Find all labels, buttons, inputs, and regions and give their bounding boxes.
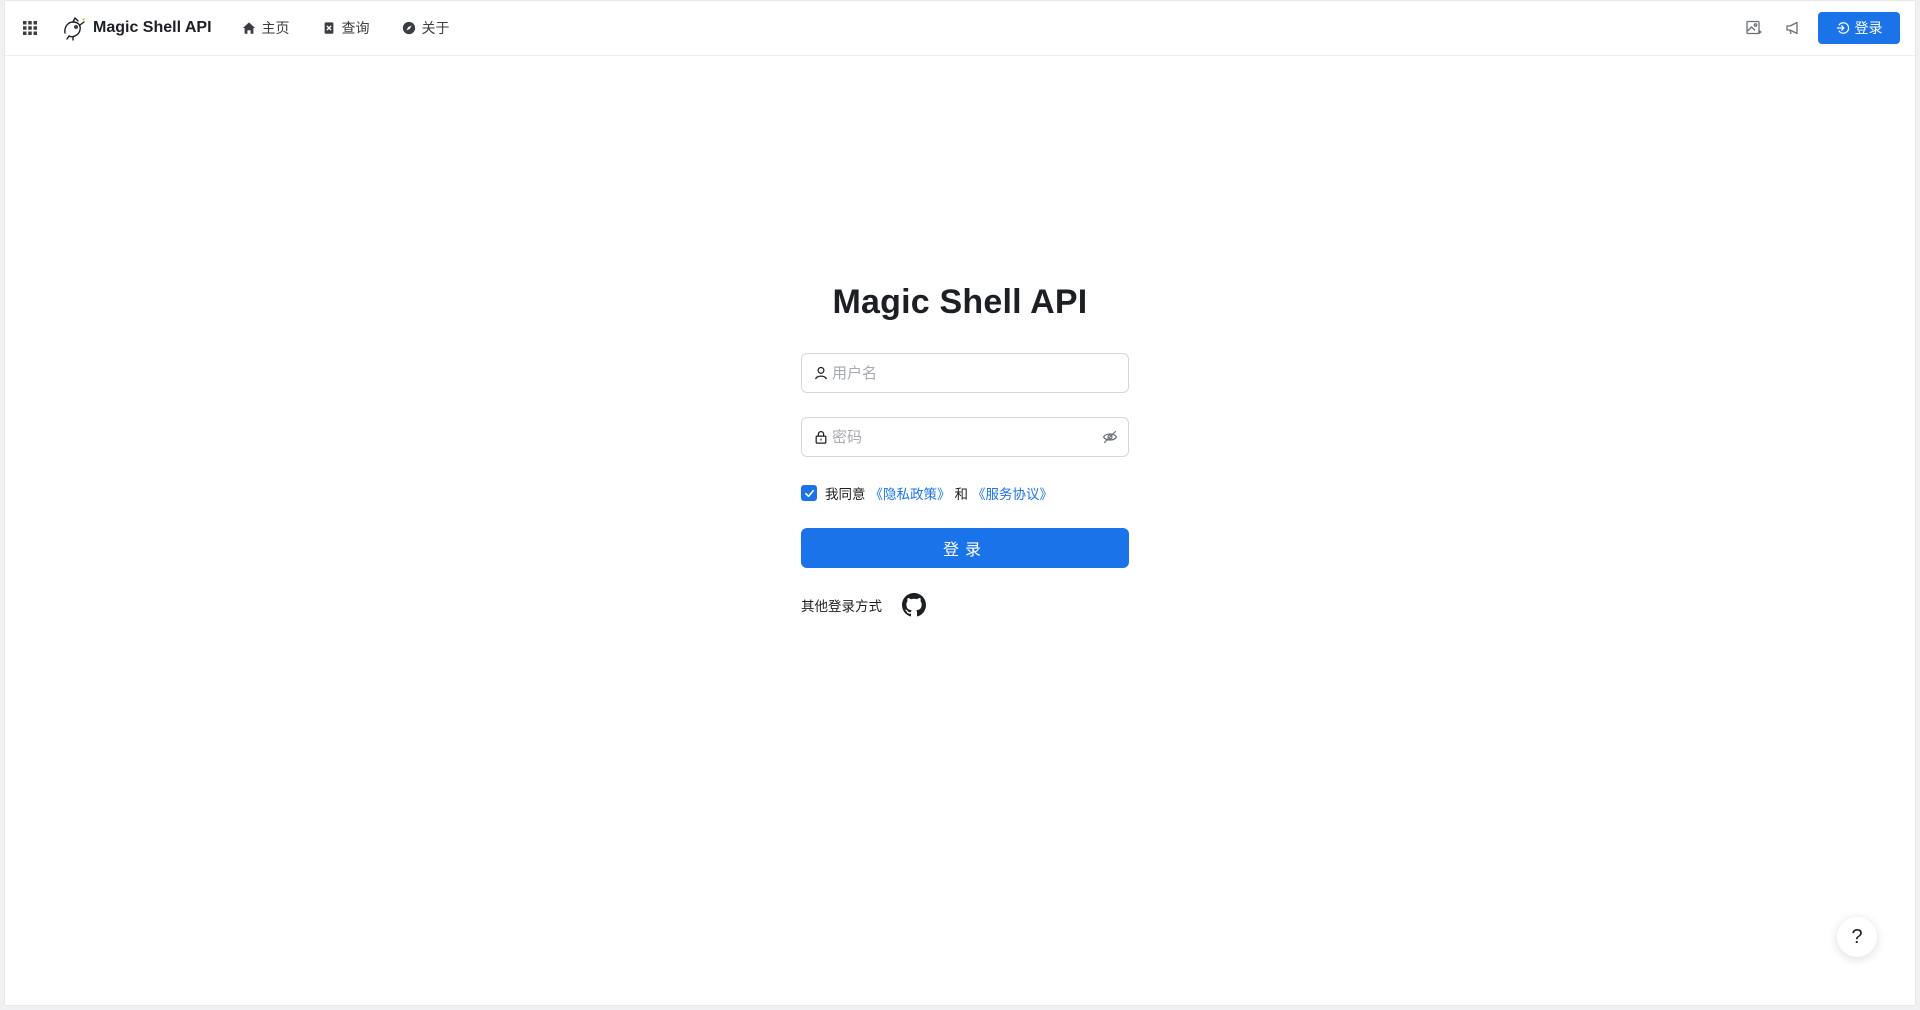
compass-icon: [402, 21, 415, 35]
other-login-row: 其他登录方式: [801, 593, 926, 617]
top-navbar: Magic Shell API 主页 查询 关于 登录: [5, 1, 1915, 56]
agree-and-text: 和: [954, 487, 969, 503]
header-login-button[interactable]: 登录: [1818, 12, 1900, 44]
brand-logo-icon: [64, 17, 85, 41]
announcement-icon: [1786, 21, 1798, 35]
agree-prefix: 我同意: [825, 487, 866, 503]
apps-grid-icon[interactable]: [19, 17, 41, 39]
query-icon: [324, 22, 333, 34]
lock-icon: [814, 430, 828, 444]
brand-link[interactable]: Magic Shell API: [61, 15, 212, 41]
login-submit-button[interactable]: 登录: [801, 528, 1129, 568]
brand-name: Magic Shell API: [93, 19, 212, 36]
app-window: Magic Shell API 主页 查询 关于 登录 Magic Shell …: [4, 0, 1916, 1006]
header-actions: 登录: [1740, 12, 1900, 44]
check-icon: [804, 489, 814, 497]
agree-checkbox[interactable]: [801, 485, 817, 501]
home-icon: [242, 22, 255, 34]
login-icon: [1836, 22, 1849, 34]
nav-item-home[interactable]: 主页: [232, 12, 300, 44]
github-icon[interactable]: [902, 593, 926, 617]
password-input[interactable]: [832, 418, 1102, 456]
terms-of-service-link[interactable]: 《服务协议》: [972, 483, 1053, 503]
nav-item-query[interactable]: 查询: [312, 12, 380, 44]
nav-item-label: 主页: [261, 20, 290, 36]
eye-off-icon[interactable]: [1102, 429, 1118, 445]
nav-item-label: 关于: [421, 20, 450, 36]
announcement-button[interactable]: [1779, 14, 1807, 42]
agreement-row: 我同意 《隐私政策》 和 《服务协议》: [801, 483, 1053, 503]
username-input[interactable]: [832, 354, 1128, 392]
nav-item-label: 查询: [341, 20, 370, 36]
header-login-label: 登录: [1854, 20, 1883, 36]
main-nav: 主页 查询 关于: [232, 12, 472, 44]
other-login-label: 其他登录方式: [801, 599, 882, 615]
user-icon: [814, 366, 828, 380]
privacy-policy-link[interactable]: 《隐私政策》: [870, 483, 951, 503]
image-settings-icon: [1746, 20, 1762, 35]
nav-item-about[interactable]: 关于: [392, 12, 460, 44]
help-button[interactable]: ?: [1837, 917, 1877, 957]
password-field[interactable]: [801, 417, 1129, 457]
username-field[interactable]: [801, 353, 1129, 393]
image-settings-button[interactable]: [1740, 14, 1768, 42]
login-title: Magic Shell API: [832, 283, 1088, 321]
